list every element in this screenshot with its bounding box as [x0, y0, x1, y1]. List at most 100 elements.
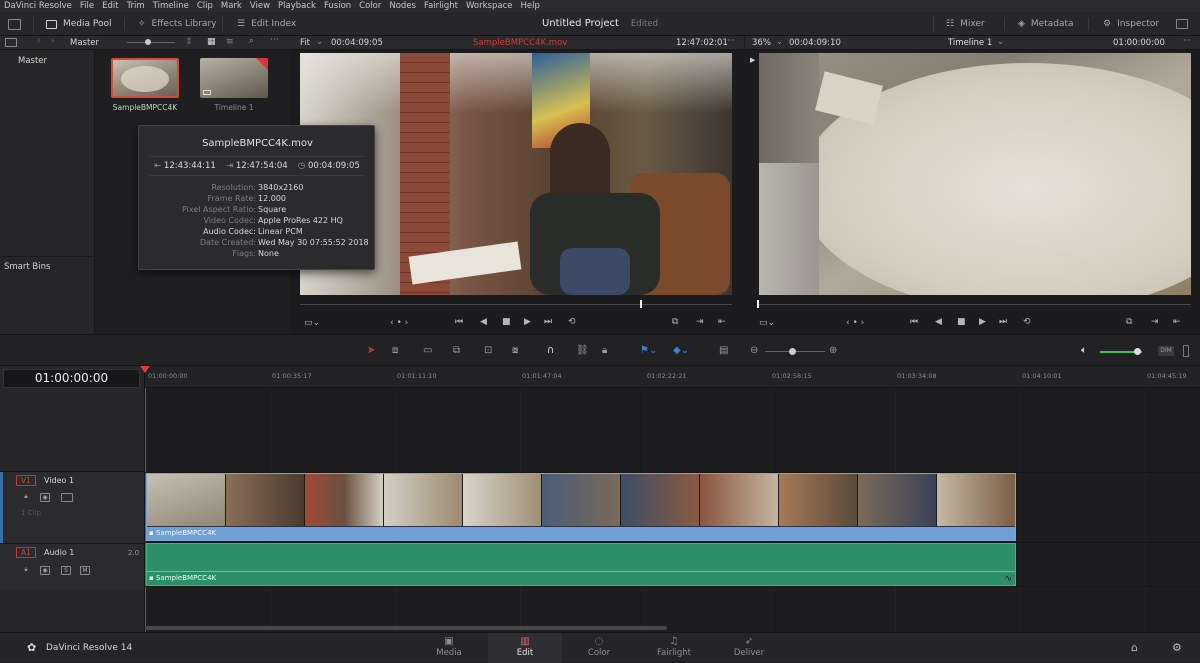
timeline-horizontal-scrollbar[interactable] — [145, 626, 667, 630]
video-track-badge[interactable]: V1 — [16, 475, 36, 486]
menu-davinci-resolve[interactable]: DaVinci Resolve — [4, 1, 72, 11]
timeline-name-select[interactable]: Timeline 1 — [948, 38, 992, 48]
thumbnail-size-slider[interactable] — [127, 42, 175, 43]
loop-icon[interactable]: ⟲ — [568, 317, 576, 327]
playhead-handle[interactable] — [140, 366, 150, 373]
page-tab-deliver[interactable]: ➶ Deliver — [712, 633, 786, 663]
play-icon[interactable]: ▶ — [524, 317, 531, 327]
overwrite-clip-icon[interactable]: ⊡ — [484, 345, 492, 356]
match-frame-icon[interactable]: ⧉ — [1126, 317, 1132, 327]
speaker-icon[interactable]: 🔈︎ — [1081, 345, 1087, 356]
menu-edit[interactable]: Edit — [102, 1, 118, 11]
workspace-toggle-button[interactable] — [8, 12, 21, 36]
insert-clip-icon[interactable]: ⧉ — [453, 345, 460, 356]
mark-out-icon[interactable]: ⇤ — [718, 317, 726, 327]
collapse-panel-button[interactable] — [1176, 12, 1188, 36]
lock-track-icon[interactable]: 🔒︎ — [21, 493, 31, 502]
media-pool-button[interactable]: Media Pool — [46, 12, 112, 36]
timeline-zoom-select[interactable]: 36% — [752, 38, 771, 48]
more-options-icon[interactable]: ··· — [1183, 36, 1191, 46]
menu-trim[interactable]: Trim — [127, 1, 145, 11]
more-options-icon[interactable]: ··· — [833, 36, 841, 46]
menu-help[interactable]: Help — [520, 1, 539, 11]
timeline-ruler[interactable]: 01:00:00:00 01:00:35:17 01:01:11:10 01:0… — [140, 366, 1200, 388]
skip-to-end-icon[interactable]: ⏭ — [999, 317, 1007, 327]
play-reverse-icon[interactable]: ◀ — [480, 317, 487, 327]
track-enable-icon[interactable] — [61, 493, 73, 502]
source-scrubber-track[interactable] — [300, 304, 732, 305]
page-tab-fairlight[interactable]: ♫ Fairlight — [637, 633, 711, 663]
more-options-icon[interactable]: ··· — [727, 36, 735, 46]
page-tab-edit[interactable]: ▥ Edit — [488, 633, 562, 663]
slider-knob[interactable] — [145, 39, 151, 45]
zoom-slider-knob[interactable] — [789, 348, 796, 355]
menu-fairlight[interactable]: Fairlight — [424, 1, 458, 11]
timeline-current-timecode[interactable]: 01:00:00:00 — [3, 369, 140, 388]
mark-out-icon[interactable]: ⇤ — [1173, 317, 1181, 327]
selection-tool-icon[interactable]: ➤ — [367, 345, 375, 356]
auto-select-icon[interactable]: ◉ — [40, 493, 50, 502]
home-icon[interactable]: ⌂ — [1131, 641, 1138, 654]
viewer-mode-icon[interactable]: ▭⌄ — [759, 318, 775, 328]
audio-curve-icon[interactable]: ∿ — [1004, 574, 1012, 584]
nav-forward-icon[interactable]: › — [51, 36, 55, 46]
page-tab-color[interactable]: ◌ Color — [562, 633, 636, 663]
sort-icon[interactable]: ⇕ — [185, 37, 193, 47]
bin-master[interactable]: Master — [0, 54, 94, 68]
volume-knob[interactable] — [1134, 348, 1141, 355]
menu-mark[interactable]: Mark — [221, 1, 242, 11]
skip-to-start-icon[interactable]: ⏮ — [910, 317, 918, 327]
lock-track-icon[interactable]: 🔒︎ — [21, 566, 31, 575]
list-view-icon[interactable]: ≡ — [226, 37, 234, 47]
metadata-button[interactable]: ◈ Metadata — [1018, 12, 1074, 36]
timeline-video-frame[interactable] — [759, 53, 1191, 295]
stop-icon[interactable]: ■ — [957, 317, 966, 327]
mute-button[interactable]: M — [80, 566, 90, 575]
nav-back-icon[interactable]: ‹ — [37, 36, 41, 46]
zoom-out-icon[interactable]: ⊖ — [750, 345, 758, 356]
play-icon[interactable]: ▶ — [979, 317, 986, 327]
replace-clip-icon[interactable]: ⧇ — [512, 345, 518, 356]
auto-select-icon[interactable]: ◉ — [40, 566, 50, 575]
more-options-icon[interactable]: ··· — [270, 35, 279, 45]
timeline-playhead-marker[interactable] — [757, 300, 759, 308]
bin-list-toggle-icon[interactable] — [5, 38, 17, 47]
lock-icon[interactable]: 🔒︎ — [602, 345, 607, 356]
trim-tool-icon[interactable]: ⧈ — [392, 345, 398, 356]
menu-clip[interactable]: Clip — [197, 1, 213, 11]
marker-icon[interactable]: ◆⌄ — [673, 345, 689, 356]
jog-control-icon[interactable]: ‹ • › — [846, 318, 864, 328]
stop-icon[interactable]: ■ — [502, 317, 511, 327]
video-clip[interactable]: ▪ SampleBMPCC4K — [146, 473, 1016, 541]
settings-gear-icon[interactable]: ⚙ — [1172, 641, 1182, 654]
solo-button[interactable]: S — [61, 566, 71, 575]
jog-control-icon[interactable]: ‹ • › — [390, 318, 408, 328]
match-frame-icon[interactable]: ⧉ — [672, 317, 678, 327]
menu-color[interactable]: Color — [359, 1, 381, 11]
skip-to-start-icon[interactable]: ⏮ — [455, 317, 463, 327]
loop-icon[interactable]: ⟲ — [1023, 317, 1031, 327]
menu-playback[interactable]: Playback — [278, 1, 316, 11]
source-playhead[interactable] — [640, 300, 642, 308]
menu-nodes[interactable]: Nodes — [389, 1, 416, 11]
mark-in-icon[interactable]: ⇥ — [1151, 317, 1159, 327]
timeline-thumbnail[interactable] — [200, 58, 268, 98]
grid-view-icon[interactable]: ▦ — [207, 37, 216, 47]
page-tab-media[interactable]: ▣ Media — [412, 633, 486, 663]
play-reverse-icon[interactable]: ◀ — [935, 317, 942, 327]
skip-to-end-icon[interactable]: ⏭ — [544, 317, 552, 327]
audio-clip[interactable]: ▪ SampleBMPCC4K ∿ — [146, 543, 1016, 586]
edit-index-button[interactable]: ☰ Edit Index — [237, 12, 296, 36]
blade-tool-icon[interactable]: ▭ — [423, 345, 432, 356]
mixer-button[interactable]: ☷ Mixer — [946, 12, 985, 36]
clip-thumbnail-samplebmpcc4k[interactable] — [111, 58, 179, 98]
zoom-in-icon[interactable]: ⊕ — [829, 345, 837, 356]
link-icon[interactable]: ⛓ — [576, 345, 589, 356]
menu-workspace[interactable]: Workspace — [466, 1, 512, 11]
audio-track-badge[interactable]: A1 — [16, 547, 36, 558]
snapping-magnet-icon[interactable]: ∩ — [547, 345, 554, 356]
mark-in-icon[interactable]: ⇥ — [696, 317, 704, 327]
menu-view[interactable]: View — [250, 1, 270, 11]
search-icon[interactable]: ⌕ — [249, 36, 254, 46]
menu-timeline[interactable]: Timeline — [153, 1, 189, 11]
